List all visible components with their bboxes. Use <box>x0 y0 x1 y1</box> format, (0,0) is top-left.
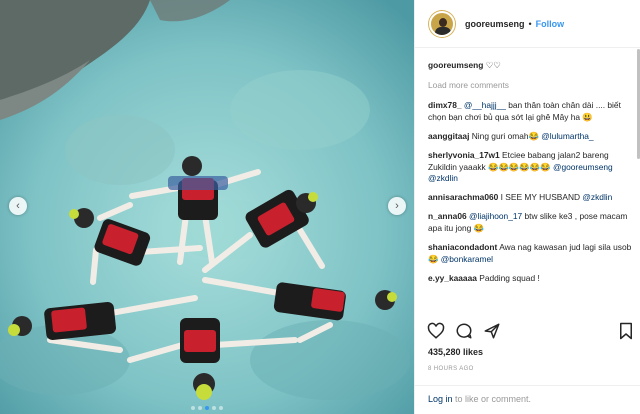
comment-container: dimx78_ @__hajjj__ ban thân toàn chân dà… <box>428 100 633 285</box>
chevron-left-icon[interactable]: ‹ <box>9 197 27 215</box>
comment-mention[interactable]: @__hajjj__ <box>464 100 506 110</box>
share-icon[interactable] <box>483 322 501 340</box>
post-actions <box>427 320 635 342</box>
avatar-body <box>435 26 451 35</box>
comment-text: I SEE MY HUSBAND <box>498 192 583 203</box>
likes-count[interactable]: 435,280 likes <box>428 347 483 357</box>
header-separator: • <box>528 18 532 29</box>
comment-mention[interactable]: @zkdlin <box>582 192 612 202</box>
login-bar: Log in to like or comment. <box>415 385 640 412</box>
comments-list: gooreumseng ♡♡ Load more comments dimx78… <box>428 60 633 316</box>
carousel-dot[interactable] <box>191 406 195 410</box>
comment-mention[interactable]: @bonkaramel <box>441 254 493 264</box>
post-timestamp: 8 HOURS AGO <box>428 366 474 372</box>
carousel-dot[interactable] <box>219 406 223 410</box>
comment-username[interactable]: aanggitaaj <box>428 131 469 141</box>
comment-mention[interactable]: @liajihoon_17 <box>469 211 522 221</box>
carousel-dots <box>0 402 414 412</box>
bookmark-icon[interactable] <box>617 322 635 340</box>
caption-username[interactable]: gooreumseng <box>428 60 483 70</box>
load-more-comments-link[interactable]: Load more comments <box>428 80 633 92</box>
caption-text: ♡♡ <box>485 60 501 70</box>
comment-username[interactable]: e.yy_kaaaaa <box>428 273 477 283</box>
post-header: gooreumseng • Follow <box>415 0 640 48</box>
login-text: to like or comment. <box>452 394 532 404</box>
header-username[interactable]: gooreumseng <box>465 19 525 29</box>
comment-item: annisarachma060 I SEE MY HUSBAND @zkdlin <box>428 192 633 204</box>
comment-username[interactable]: n_anna06 <box>428 211 467 221</box>
post-image <box>0 0 414 414</box>
comment-item: n_anna06 @liajihoon_17 btw slike ke3 , p… <box>428 211 633 235</box>
carousel-dot[interactable] <box>212 406 216 410</box>
comment-username[interactable]: annisarachma060 <box>428 192 498 202</box>
comment-text: Ning guri omah😂 <box>469 130 542 141</box>
comment-item: shaniacondadont Awa nag kawasan jud lagi… <box>428 242 633 266</box>
comment-username[interactable]: sherlyvonia_17w1 <box>428 150 500 160</box>
login-link[interactable]: Log in <box>428 394 453 404</box>
post-side-panel: gooreumseng • Follow gooreumseng ♡♡ Load… <box>414 0 640 414</box>
comment-text: Padding squad ! <box>476 272 540 283</box>
heart-icon[interactable] <box>427 322 445 340</box>
carousel-dot[interactable] <box>198 406 202 410</box>
avatar[interactable] <box>429 10 455 37</box>
comment-item: sherlyvonia_17w1 Etciee babang jalan2 ba… <box>428 150 633 186</box>
follow-button[interactable]: Follow <box>536 19 565 29</box>
comment-username[interactable]: dimx78_ <box>428 100 462 110</box>
comment-icon[interactable] <box>455 322 473 340</box>
comment-mention[interactable]: @gooreumseng <box>553 162 613 172</box>
post-photo[interactable]: ‹ › <box>0 0 414 414</box>
post-caption: gooreumseng ♡♡ <box>428 60 633 72</box>
chevron-right-icon[interactable]: › <box>388 197 406 215</box>
comment-username[interactable]: shaniacondadont <box>428 242 497 252</box>
comment-item: e.yy_kaaaaa Padding squad ! <box>428 273 633 285</box>
avatar-head <box>439 17 447 27</box>
comment-mention[interactable]: @zkdlin <box>428 173 458 183</box>
carousel-dot-active[interactable] <box>205 406 209 410</box>
comment-mention[interactable]: @lulumartha_ <box>541 131 593 141</box>
comment-item: aanggitaaj Ning guri omah😂 @lulumartha_ <box>428 131 633 143</box>
comment-item: dimx78_ @__hajjj__ ban thân toàn chân dà… <box>428 100 633 124</box>
